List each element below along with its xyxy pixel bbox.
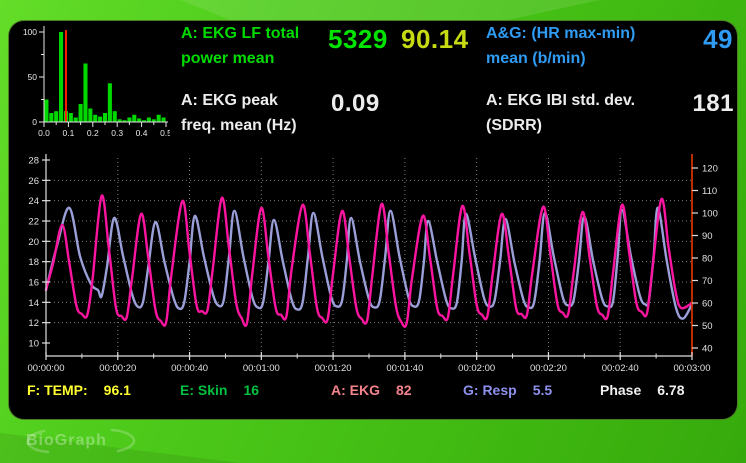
legend-item-ekg: A: EKG82 <box>331 382 412 398</box>
resp-value: 5.5 <box>533 382 552 398</box>
svg-text:60: 60 <box>702 299 713 310</box>
svg-text:00:02:20: 00:02:20 <box>530 363 567 374</box>
logo-text: BioGraph <box>26 432 107 450</box>
lf-power-value: 5329 <box>328 24 388 55</box>
peak-freq-label: A: EKG peak freq. mean (Hz) <box>181 88 341 138</box>
channel-legend: F: TEMP:96.1 E: Skin16 A: EKG82 G: Resp5… <box>0 382 746 402</box>
svg-text:18: 18 <box>28 257 39 268</box>
temp-value: 96.1 <box>104 382 131 398</box>
background-facet <box>180 0 600 20</box>
hr-maxmin-label: A&G: (HR max-min) mean (b/min) <box>486 21 686 71</box>
legend-item-temp: F: TEMP:96.1 <box>27 382 131 398</box>
legend-item-phase: Phase6.78 <box>600 382 685 398</box>
svg-text:120: 120 <box>702 164 718 175</box>
skin-value: 16 <box>243 382 259 398</box>
svg-text:00:01:20: 00:01:20 <box>315 363 352 374</box>
svg-text:0.3: 0.3 <box>111 128 123 138</box>
svg-text:00:00:00: 00:00:00 <box>28 363 65 374</box>
svg-text:0.4: 0.4 <box>136 128 148 138</box>
svg-text:40: 40 <box>702 344 713 355</box>
svg-text:0: 0 <box>32 117 37 127</box>
svg-text:50: 50 <box>28 72 38 82</box>
svg-text:00:02:00: 00:02:00 <box>458 363 495 374</box>
svg-text:0.0: 0.0 <box>38 128 50 138</box>
biograph-logo: BioGraph <box>12 424 152 458</box>
svg-text:0.2: 0.2 <box>87 128 99 138</box>
legend-item-resp: G: Resp5.5 <box>463 382 552 398</box>
svg-text:50: 50 <box>702 321 713 332</box>
svg-text:80: 80 <box>702 254 713 265</box>
svg-text:20: 20 <box>28 237 39 248</box>
hr-maxmin-value: 49 <box>673 24 733 55</box>
lf-power-histogram: 0 50 100 0.0 0.1 0.2 0.3 0.4 0.5 <box>18 24 170 142</box>
biograph-screen: 0 50 100 0.0 0.1 0.2 0.3 0.4 0.5 A: EKG LF total… <box>0 0 746 463</box>
sdrr-value: 181 <box>673 90 734 118</box>
svg-text:12: 12 <box>28 318 39 329</box>
svg-text:100: 100 <box>23 27 37 37</box>
svg-text:00:03:00: 00:03:00 <box>674 363 711 374</box>
ekg-value: 82 <box>396 382 412 398</box>
sdrr-label: A: EKG IBI std. dev. (SDRR) <box>486 88 686 138</box>
legend-item-skin: E: Skin16 <box>180 382 259 398</box>
svg-text:90: 90 <box>702 231 713 242</box>
lf-power-label: A: EKG LF total power mean <box>181 21 341 71</box>
lf-power-secondary-value: 90.14 <box>401 24 469 55</box>
svg-text:24: 24 <box>28 196 39 207</box>
svg-text:14: 14 <box>28 298 39 309</box>
signal-line-chart: 10 12 14 16 18 20 22 24 26 28 40 50 60 70 80 90 100 110 12… <box>12 150 728 380</box>
svg-text:100: 100 <box>702 209 718 220</box>
peak-freq-value: 0.09 <box>331 90 380 118</box>
svg-text:00:01:40: 00:01:40 <box>386 363 423 374</box>
svg-text:70: 70 <box>702 276 713 287</box>
svg-text:22: 22 <box>28 217 39 228</box>
svg-text:00:00:20: 00:00:20 <box>99 363 136 374</box>
svg-text:00:01:00: 00:01:00 <box>243 363 280 374</box>
phase-value: 6.78 <box>657 382 684 398</box>
svg-text:00:02:40: 00:02:40 <box>602 363 639 374</box>
svg-text:110: 110 <box>702 186 717 197</box>
svg-text:00:00:40: 00:00:40 <box>171 363 208 374</box>
svg-text:26: 26 <box>28 176 39 187</box>
svg-text:0.5: 0.5 <box>160 128 170 138</box>
svg-text:28: 28 <box>28 156 39 167</box>
svg-text:0.1: 0.1 <box>62 128 74 138</box>
svg-text:10: 10 <box>28 339 39 350</box>
svg-text:16: 16 <box>28 278 39 289</box>
